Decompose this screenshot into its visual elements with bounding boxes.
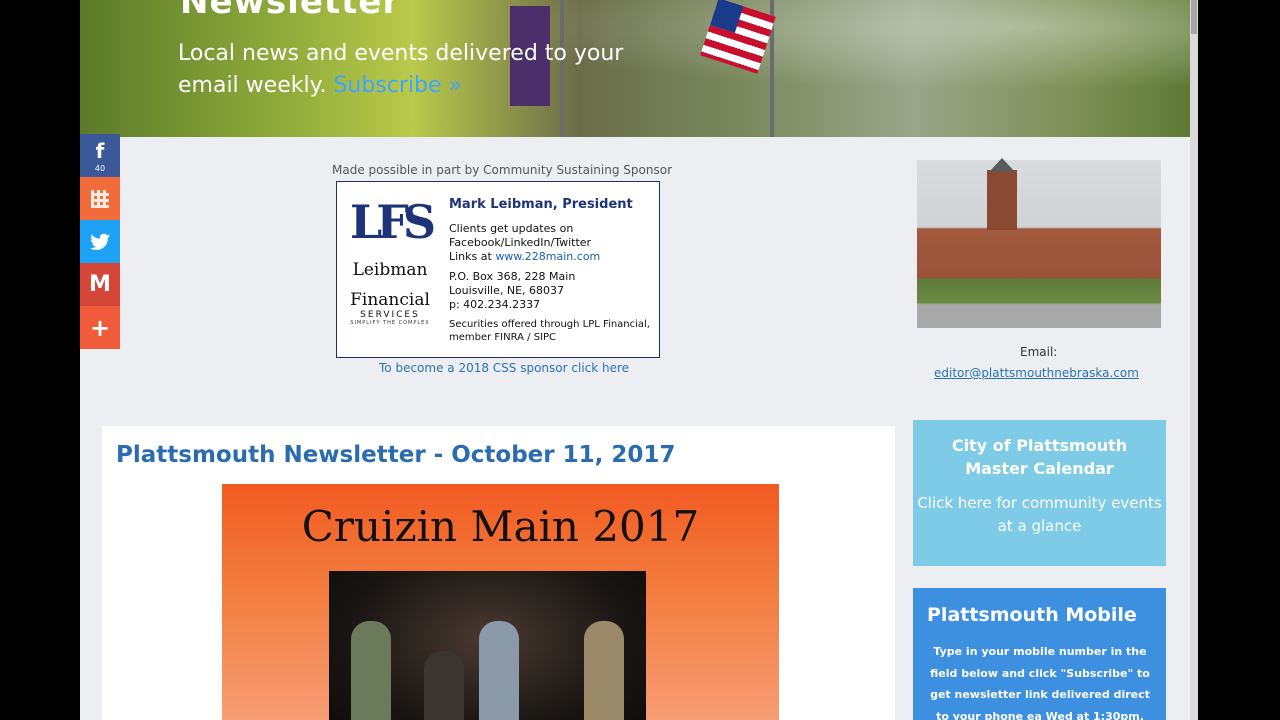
poster-heading: Cruizin Main 2017 (301, 502, 700, 551)
qr-code-icon (91, 189, 109, 208)
sponsor-updates: Clients get updates on Facebook/LinkedIn… (449, 222, 654, 264)
sponsor-address-1: P.O. Box 368, 228 Main (449, 270, 576, 283)
plus-icon: + (89, 313, 111, 342)
subscribe-link[interactable]: Subscribe » (333, 73, 462, 98)
hero-banner: Newsletter Local news and events deliver… (80, 0, 1190, 137)
twitter-bird-icon (90, 233, 110, 250)
newsletter-article: Plattsmouth Newsletter - October 11, 201… (102, 426, 895, 720)
band-member-image (584, 621, 624, 720)
mobile-instructions: Type in your mobile number in the field … (930, 645, 1150, 720)
vertical-scrollbar[interactable] (1190, 0, 1198, 720)
twitter-share-button[interactable] (80, 220, 120, 263)
band-member-image (351, 621, 391, 720)
sponsor-line-3: Links at (449, 250, 496, 263)
facebook-icon: f (95, 138, 105, 163)
social-share-bar: f 40 M + (80, 134, 120, 349)
scrollbar-thumb[interactable] (1191, 0, 1197, 34)
hero-title: Newsletter (180, 0, 401, 22)
lfs-logo-tagline: SIMPLIFY THE COMPLEX (350, 320, 430, 326)
sponsor-website-link[interactable]: www.228main.com (495, 250, 600, 263)
calendar-title-2: Master Calendar (965, 459, 1114, 478)
calendar-subtitle: Click here for community events at a gla… (917, 494, 1162, 535)
qr-code-share-button[interactable] (80, 177, 120, 220)
lfs-logo-mark: LFS (349, 195, 436, 249)
plattsmouth-mobile-box: Plattsmouth Mobile Type in your mobile n… (913, 588, 1166, 720)
email-label: Email: (1020, 345, 1058, 359)
lfs-logo: LFS Leibman Financial SERVICES SIMPLIFY … (349, 195, 436, 346)
master-calendar-box[interactable]: City of Plattsmouth Master Calendar Clic… (913, 420, 1166, 566)
courthouse-photo (917, 158, 1161, 328)
facebook-share-button[interactable]: f 40 (80, 134, 120, 177)
sponsor-details: Mark Leibman, President Clients get upda… (449, 198, 654, 350)
band-member-image (424, 651, 464, 720)
facebook-share-count: 40 (94, 163, 106, 173)
more-share-button[interactable]: + (80, 306, 120, 349)
sponsor-address: P.O. Box 368, 228 Main Louisville, NE, 6… (449, 270, 654, 312)
gmail-share-button[interactable]: M (80, 263, 120, 306)
cruizin-main-poster[interactable]: Cruizin Main 2017 (222, 484, 779, 720)
sponsor-legal: Securities offered through LPL Financial… (449, 318, 654, 344)
courthouse-tower-image (987, 158, 1017, 230)
lfs-logo-name-2: Financial (350, 290, 430, 310)
article-title[interactable]: Plattsmouth Newsletter - October 11, 201… (116, 442, 675, 468)
lfs-logo-name-1: Leibman (352, 260, 428, 280)
gmail-icon: M (89, 272, 111, 297)
american-flag-image (700, 0, 776, 74)
sponsor-address-2: Louisville, NE, 68037 (449, 284, 565, 297)
sponsor-legal-1: Securities offered through LPL Financial… (449, 319, 650, 330)
sponsor-line-2: Facebook/LinkedIn/Twitter (449, 236, 592, 249)
page: Newsletter Local news and events deliver… (80, 0, 1197, 720)
lfs-logo-services: SERVICES (360, 310, 420, 320)
editor-email-link[interactable]: editor@plattsmouthnebraska.com (934, 366, 1139, 380)
mobile-title: Plattsmouth Mobile (927, 604, 1137, 626)
become-sponsor-link[interactable]: To become a 2018 CSS sponsor click here (379, 361, 629, 375)
sponsor-line-1: Clients get updates on (449, 222, 574, 235)
hero-tagline: Local news and events delivered to your … (178, 38, 658, 102)
sponsor-phone: p: 402.234.2337 (449, 298, 541, 311)
sponsor-legal-2: member FINRA / SIPC (449, 332, 557, 343)
sponsor-caption: Made possible in part by Community Susta… (332, 163, 672, 177)
sponsor-name: Mark Leibman, President (449, 197, 633, 212)
band-member-image (479, 621, 519, 720)
sponsor-ad[interactable]: LFS Leibman Financial SERVICES SIMPLIFY … (336, 181, 660, 358)
calendar-title-1: City of Plattsmouth (951, 436, 1128, 455)
band-photo (329, 571, 646, 720)
